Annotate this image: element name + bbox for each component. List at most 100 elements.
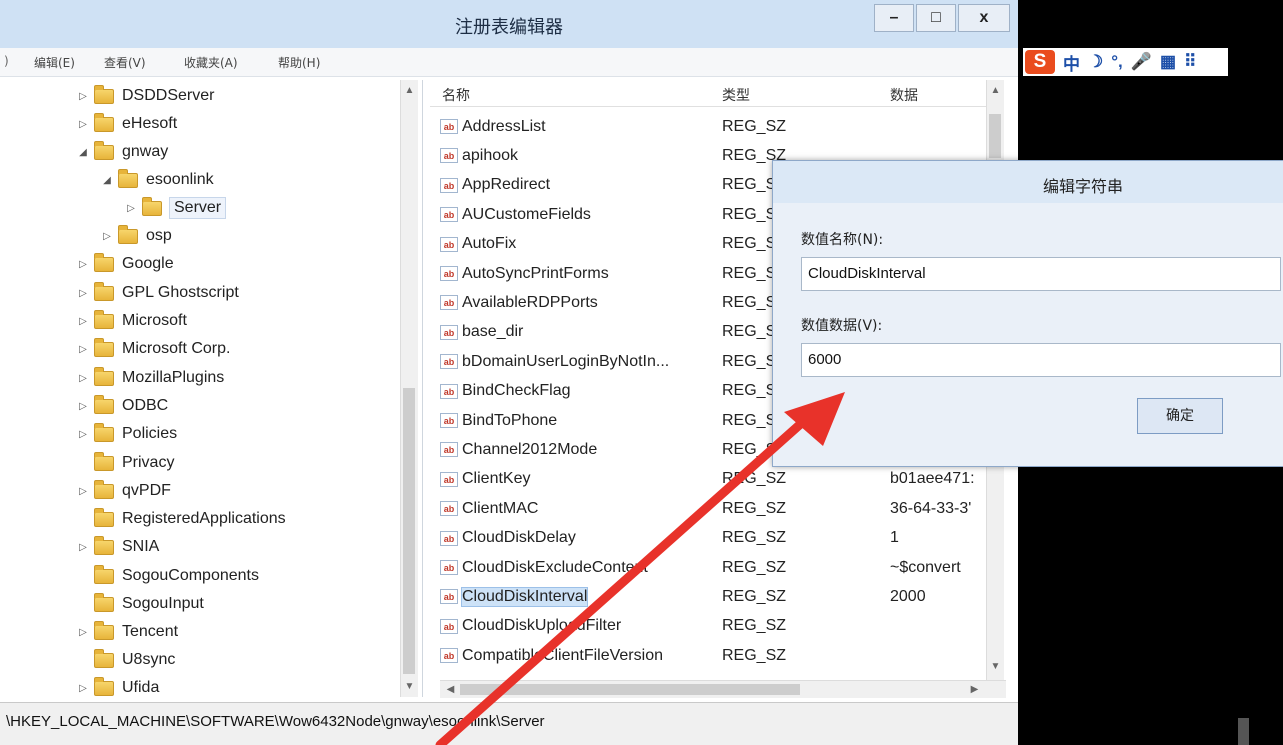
- tree-scroll-down-icon[interactable]: ▼: [401, 678, 418, 695]
- tree-item[interactable]: SogouInput: [76, 590, 204, 618]
- tree-item[interactable]: ▷ Tencent: [76, 618, 178, 646]
- menu-edit[interactable]: 编辑(E): [34, 54, 75, 71]
- tree-item[interactable]: ◢ esoonlink: [100, 166, 214, 194]
- values-scroll-down-icon[interactable]: ▼: [987, 658, 1004, 675]
- tree-item[interactable]: ▷ Policies: [76, 420, 177, 448]
- ime-moon-icon[interactable]: ☽: [1088, 52, 1103, 72]
- value-row[interactable]: ab ClientKey REG_SZ b01aee471:: [430, 465, 990, 494]
- value-type: REG_SZ: [722, 529, 787, 547]
- expand-icon[interactable]: ▷: [76, 627, 90, 638]
- string-value-icon: ab: [440, 530, 458, 546]
- tree-item[interactable]: U8sync: [76, 646, 175, 674]
- header-name[interactable]: 名称: [442, 85, 470, 105]
- tree-item[interactable]: ▷ eHesoft: [76, 110, 177, 138]
- tree-scroll-up-icon[interactable]: ▲: [401, 82, 418, 99]
- status-key-path: \HKEY_LOCAL_MACHINE\SOFTWARE\Wow6432Node…: [6, 713, 545, 730]
- tree-item-label: SogouInput: [122, 595, 204, 612]
- value-row[interactable]: ab CompatibleClientFileVersion REG_SZ: [430, 641, 990, 670]
- value-row[interactable]: ab ClientMAC REG_SZ 36-64-33-3': [430, 494, 990, 523]
- tree-item[interactable]: ▷ GPL Ghostscript: [76, 279, 239, 307]
- sogou-logo-icon[interactable]: S: [1025, 50, 1055, 74]
- maximize-button[interactable]: □: [916, 4, 956, 32]
- hscroll-thumb[interactable]: [460, 684, 800, 695]
- tree-item-label: esoonlink: [146, 171, 214, 188]
- folder-icon: [94, 252, 114, 272]
- expand-icon[interactable]: ◢: [100, 175, 114, 186]
- tree-item[interactable]: Privacy: [76, 449, 174, 477]
- hscroll-left-icon[interactable]: ◀: [442, 681, 459, 698]
- values-hscrollbar[interactable]: ◀ ▶: [440, 680, 1006, 698]
- expand-icon[interactable]: ▷: [124, 203, 138, 214]
- tree-item[interactable]: ▷ DSDDServer: [76, 82, 214, 110]
- expand-icon[interactable]: ▷: [76, 401, 90, 412]
- expand-icon[interactable]: ▷: [76, 486, 90, 497]
- value-row[interactable]: ab CloudDiskExcludeContent REG_SZ ~$convert: [430, 553, 990, 582]
- value-type: REG_SZ: [722, 617, 787, 635]
- ime-keyboard-icon[interactable]: ▦: [1160, 52, 1176, 72]
- tree-item[interactable]: ▷ qvPDF: [76, 477, 171, 505]
- value-row[interactable]: ab CloudDiskInterval REG_SZ 2000: [430, 582, 990, 611]
- minimize-button[interactable]: –: [874, 4, 914, 32]
- dialog-title-bar[interactable]: 编辑字符串: [773, 161, 1283, 204]
- title-bar[interactable]: 注册表编辑器 – □ x: [0, 0, 1018, 49]
- expand-icon[interactable]: ▷: [76, 429, 90, 440]
- tree-item[interactable]: ▷ osp: [100, 222, 172, 250]
- expand-icon[interactable]: ▷: [76, 373, 90, 384]
- value-row[interactable]: ab CloudDiskUploadFilter REG_SZ: [430, 612, 990, 641]
- value-data-field[interactable]: 6000: [801, 343, 1281, 377]
- menu-help[interactable]: 帮助(H): [278, 54, 320, 71]
- ime-punct-icon[interactable]: °,: [1111, 52, 1123, 72]
- tree-scroll-thumb[interactable]: [403, 388, 415, 674]
- close-button[interactable]: x: [958, 4, 1010, 32]
- tree-item[interactable]: ▷ SNIA: [76, 533, 159, 561]
- expand-icon[interactable]: ▷: [76, 119, 90, 130]
- expand-icon[interactable]: ▷: [76, 316, 90, 327]
- expand-icon[interactable]: ▷: [76, 91, 90, 102]
- tree-item[interactable]: ▷ Microsoft Corp.: [76, 335, 230, 363]
- value-data: 1: [890, 529, 899, 547]
- status-bar: \HKEY_LOCAL_MACHINE\SOFTWARE\Wow6432Node…: [0, 702, 1018, 745]
- header-type[interactable]: 类型: [722, 85, 750, 105]
- value-row[interactable]: ab CloudDiskDelay REG_SZ 1: [430, 524, 990, 553]
- expand-icon[interactable]: ▷: [76, 683, 90, 694]
- value-name-field[interactable]: CloudDiskInterval: [801, 257, 1281, 291]
- tree-scrollbar[interactable]: ▲ ▼: [400, 80, 418, 697]
- string-value-icon: ab: [440, 560, 458, 575]
- expand-icon[interactable]: ▷: [76, 288, 90, 299]
- expand-icon[interactable]: ◢: [76, 147, 90, 158]
- hscroll-right-icon[interactable]: ▶: [966, 681, 983, 698]
- expand-icon[interactable]: ▷: [76, 542, 90, 553]
- folder-icon: [94, 676, 114, 696]
- string-value-icon: ab: [440, 354, 458, 370]
- tree-item-label: Privacy: [122, 454, 175, 471]
- key-tree: ▷ DSDDServer ▷ eHesoft ◢ gnway ◢ esoonlink ▷ Serv…: [0, 80, 423, 697]
- tree-item[interactable]: ▷ Server: [124, 194, 227, 222]
- expand-icon[interactable]: ▷: [100, 231, 114, 242]
- tree-item[interactable]: ▷ Ufida: [76, 674, 159, 697]
- values-scroll-thumb[interactable]: [989, 114, 1001, 158]
- tree-item[interactable]: ▷ ODBC: [76, 392, 168, 420]
- menu-view[interactable]: 查看(V): [104, 54, 146, 71]
- ime-chinese-mode[interactable]: 中: [1063, 50, 1080, 75]
- value-data: b01aee471:: [890, 470, 975, 488]
- string-value-icon: ab: [440, 236, 458, 252]
- ok-button[interactable]: 确定: [1137, 398, 1223, 434]
- menu-favorites[interactable]: 收藏夹(A): [184, 54, 238, 71]
- values-scroll-up-icon[interactable]: ▲: [987, 82, 1004, 99]
- value-row[interactable]: ab AddressList REG_SZ: [430, 112, 990, 141]
- tree-item[interactable]: ▷ Google: [76, 250, 174, 278]
- tree-item[interactable]: ▷ MozillaPlugins: [76, 364, 224, 392]
- folder-icon: [94, 648, 114, 668]
- tree-item[interactable]: RegisteredApplications: [76, 505, 286, 533]
- string-value-icon: ab: [440, 442, 458, 458]
- ime-menu-icon[interactable]: ⠿: [1184, 52, 1196, 72]
- expand-icon[interactable]: ▷: [76, 344, 90, 355]
- folder-icon: [94, 564, 114, 584]
- ime-toolbar[interactable]: S 中 ☽ °, 🎤 ▦ ⠿: [1023, 48, 1228, 76]
- expand-icon[interactable]: ▷: [76, 259, 90, 270]
- ime-mic-icon[interactable]: 🎤: [1131, 52, 1152, 72]
- header-data[interactable]: 数据: [890, 85, 918, 105]
- tree-item[interactable]: SogouComponents: [76, 562, 259, 590]
- tree-item[interactable]: ▷ Microsoft: [76, 307, 187, 335]
- tree-item[interactable]: ◢ gnway: [76, 138, 168, 166]
